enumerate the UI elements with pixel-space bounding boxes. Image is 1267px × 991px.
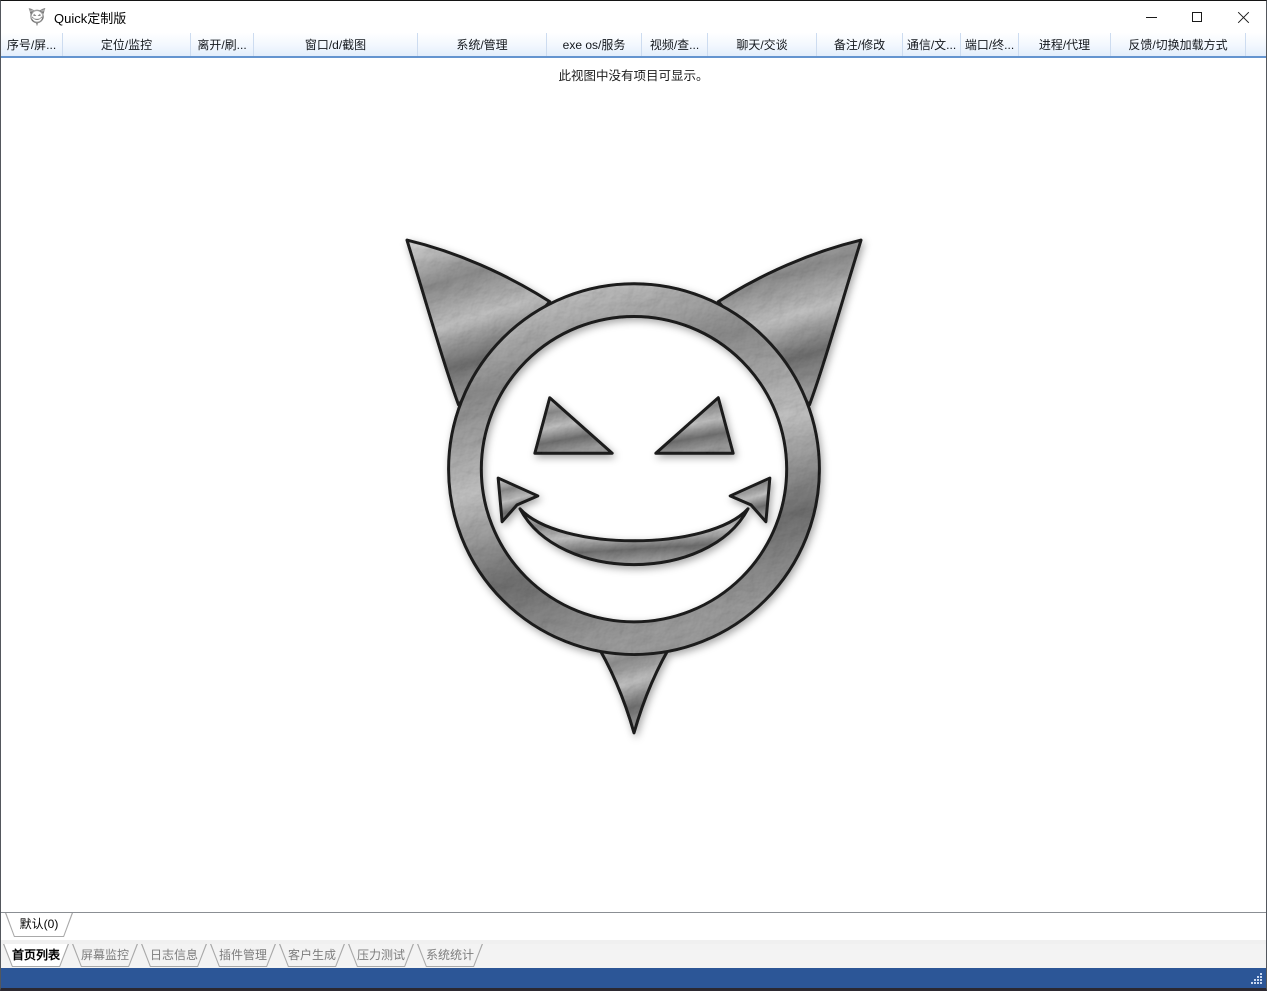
column-locate-monitor[interactable]: 定位/监控: [63, 33, 191, 56]
maximize-button[interactable]: [1174, 1, 1220, 33]
group-tab-bar: 默认(0): [1, 912, 1266, 940]
column-header-row: 序号/屏... 定位/监控 离开/刷... 窗口/d/截图 系统/管理 exe …: [1, 33, 1266, 58]
maximize-icon: [1192, 12, 1202, 22]
column-window-screenshot[interactable]: 窗口/d/截图: [254, 33, 418, 56]
column-serial-screen[interactable]: 序号/屏...: [1, 33, 63, 56]
window-controls: [1128, 1, 1266, 33]
column-video-view[interactable]: 视频/查...: [642, 33, 708, 56]
app-window: Quick定制版 序号/屏... 定位/监控 离开/刷... 窗口/d/截图 系…: [0, 0, 1267, 991]
group-tab-default[interactable]: 默认(0): [5, 913, 73, 937]
column-process-proxy[interactable]: 进程/代理: [1019, 33, 1111, 56]
column-leave-refresh[interactable]: 离开/刷...: [191, 33, 254, 56]
close-icon: [1237, 11, 1250, 24]
column-port-terminal[interactable]: 端口/终...: [961, 33, 1019, 56]
minimize-icon: [1146, 17, 1157, 18]
minimize-button[interactable]: [1128, 1, 1174, 33]
group-tab-label: 默认(0): [5, 913, 73, 935]
column-comm-file[interactable]: 通信/文...: [903, 33, 961, 56]
tab-log-info[interactable]: 日志信息: [141, 944, 207, 967]
status-bar: [1, 968, 1266, 988]
column-filler: [1246, 33, 1266, 56]
tab-screen-monitor[interactable]: 屏幕监控: [72, 944, 138, 967]
window-title: Quick定制版: [54, 8, 126, 27]
devil-logo-watermark: [401, 234, 867, 739]
title-bar[interactable]: Quick定制版: [1, 1, 1266, 33]
column-system-manage[interactable]: 系统/管理: [418, 33, 547, 56]
tab-plugin-manage[interactable]: 插件管理: [210, 944, 276, 967]
devil-app-icon: [28, 8, 46, 26]
column-chat-talk[interactable]: 聊天/交谈: [708, 33, 817, 56]
column-remark-modify[interactable]: 备注/修改: [817, 33, 903, 56]
bottom-tab-bar: 首页列表 屏幕监控 日志信息 插件管理 客户生成 压力测试 系统统计: [1, 944, 1266, 968]
tab-stress-test[interactable]: 压力测试: [348, 944, 414, 967]
tab-system-stats[interactable]: 系统统计: [417, 944, 483, 967]
resize-grip[interactable]: [1250, 972, 1264, 986]
column-feedback-load-mode[interactable]: 反馈/切换加载方式: [1111, 33, 1246, 56]
tab-client-generate[interactable]: 客户生成: [279, 944, 345, 967]
empty-view-message: 此视图中没有项目可显示。: [1, 65, 1266, 84]
client-list-view[interactable]: 此视图中没有项目可显示。: [1, 58, 1266, 912]
column-exe-os-service[interactable]: exe os/服务: [547, 33, 642, 56]
close-button[interactable]: [1220, 1, 1266, 33]
tab-home-list[interactable]: 首页列表: [3, 944, 69, 967]
